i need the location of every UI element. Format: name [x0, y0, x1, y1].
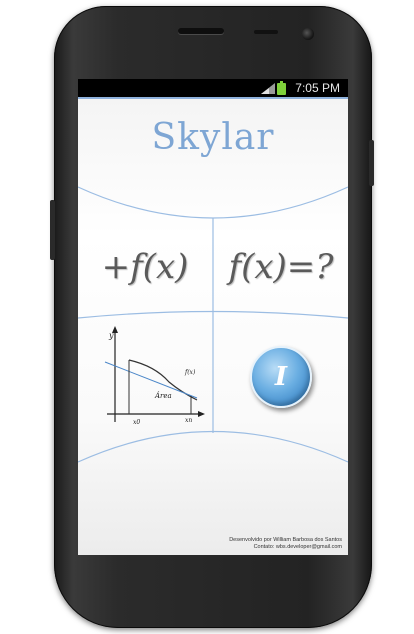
info-button[interactable]: I [250, 346, 312, 408]
graph-xn-label: xn [185, 417, 192, 424]
equation-tile[interactable]: f(x)=? [214, 219, 348, 315]
power-button [369, 140, 374, 186]
status-bar: 7:05 PM [78, 79, 348, 97]
area-under-curve-graph-icon: y f(x) Área x0 xn [104, 326, 205, 426]
earpiece-speaker [178, 28, 224, 34]
sensor-strip [254, 30, 278, 34]
volume-button [50, 200, 55, 260]
graph-y-label: y [108, 331, 114, 340]
status-time: 7:05 PM [295, 81, 340, 95]
battery-icon [277, 81, 286, 95]
footer-credits: Desenvolvido por William Barbosa dos San… [229, 537, 342, 551]
graph-f-label: f(x) [184, 369, 196, 376]
info-icon: I [274, 362, 288, 392]
signal-icon [261, 83, 275, 94]
footer-developer: Desenvolvido por William Barbosa dos San… [229, 537, 342, 543]
screen: 7:05 PM Skylar +f(x) f(x)=? y f(x) Área … [78, 79, 348, 555]
derivative-label: +f(x) [101, 247, 189, 287]
footer-contact: Contato: wbs.developer@gmail.com [253, 544, 342, 550]
equation-label: f(x)=? [228, 247, 334, 287]
front-camera [302, 28, 314, 40]
area-tile[interactable]: y f(x) Área x0 xn [78, 319, 212, 435]
graph-area-label: Área [154, 391, 172, 400]
info-tile: I [214, 319, 348, 435]
graph-x0-label: x0 [133, 419, 140, 426]
app-home: Skylar +f(x) f(x)=? y f(x) Área x0 xn I … [78, 97, 348, 555]
derivative-tile[interactable]: +f(x) [78, 219, 212, 315]
